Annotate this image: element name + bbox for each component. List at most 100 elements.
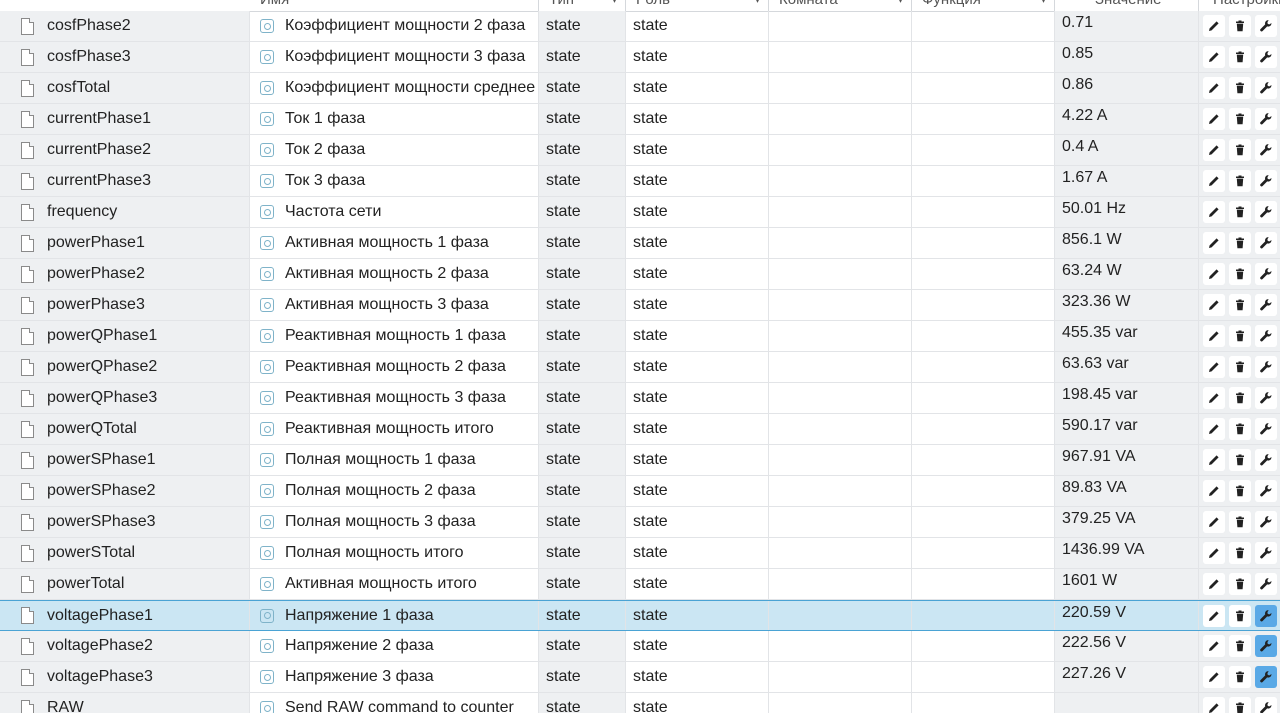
value-cell[interactable]: 856.1 W — [1055, 228, 1199, 258]
table-row[interactable]: powerQPhase2 Реактивная мощность 2 фаза … — [0, 352, 1280, 383]
edit-button[interactable] — [1203, 108, 1225, 130]
edit-button[interactable] — [1203, 77, 1225, 99]
delete-button[interactable] — [1229, 15, 1251, 37]
value-cell[interactable]: 967.91 VA — [1055, 445, 1199, 475]
value-cell[interactable]: 220.59 V — [1055, 601, 1199, 630]
table-row[interactable]: RAW Send RAW command to counter state st… — [0, 693, 1280, 713]
delete-button[interactable] — [1229, 294, 1251, 316]
delete-button[interactable] — [1229, 480, 1251, 502]
edit-button[interactable] — [1203, 542, 1225, 564]
table-row[interactable]: powerQPhase3 Реактивная мощность 3 фаза … — [0, 383, 1280, 414]
edit-button[interactable] — [1203, 511, 1225, 533]
value-cell[interactable]: 89.83 VA — [1055, 476, 1199, 506]
settings-button[interactable] — [1255, 604, 1277, 627]
settings-button[interactable] — [1255, 356, 1277, 378]
table-row[interactable]: cosfPhase2 Коэффициент мощности 2 фаза s… — [0, 11, 1280, 42]
table-row[interactable]: powerPhase3 Активная мощность 3 фаза sta… — [0, 290, 1280, 321]
edit-button[interactable] — [1203, 263, 1225, 285]
settings-button[interactable] — [1255, 139, 1277, 161]
edit-button[interactable] — [1203, 480, 1225, 502]
table-row[interactable]: frequency Частота сети state state 50.01… — [0, 197, 1280, 228]
settings-button[interactable] — [1255, 15, 1277, 37]
settings-button[interactable] — [1255, 108, 1277, 130]
delete-button[interactable] — [1229, 232, 1251, 254]
settings-button[interactable] — [1255, 573, 1277, 595]
dropdown-arrow-icon[interactable]: ▾ — [898, 0, 903, 6]
delete-button[interactable] — [1229, 387, 1251, 409]
settings-button[interactable] — [1255, 263, 1277, 285]
delete-button[interactable] — [1229, 170, 1251, 192]
column-header-name[interactable]: Имя — [250, 0, 539, 11]
delete-button[interactable] — [1229, 511, 1251, 533]
delete-button[interactable] — [1229, 108, 1251, 130]
value-cell[interactable]: 1.67 A — [1055, 166, 1199, 196]
settings-button[interactable] — [1255, 666, 1277, 688]
delete-button[interactable] — [1229, 635, 1251, 657]
value-cell[interactable]: 1436.99 VA — [1055, 538, 1199, 568]
value-cell[interactable]: 63.24 W — [1055, 259, 1199, 289]
dropdown-arrow-icon[interactable]: ▾ — [1041, 0, 1046, 6]
value-cell[interactable]: 0.86 — [1055, 73, 1199, 103]
delete-button[interactable] — [1229, 573, 1251, 595]
delete-button[interactable] — [1229, 542, 1251, 564]
column-header-role[interactable]: Роль▾ — [626, 0, 769, 11]
edit-button[interactable] — [1203, 449, 1225, 471]
edit-button[interactable] — [1203, 573, 1225, 595]
delete-button[interactable] — [1229, 604, 1251, 627]
settings-button[interactable] — [1255, 697, 1277, 713]
settings-button[interactable] — [1255, 46, 1277, 68]
table-row[interactable]: currentPhase3 Ток 3 фаза state state 1.6… — [0, 166, 1280, 197]
delete-button[interactable] — [1229, 201, 1251, 223]
delete-button[interactable] — [1229, 666, 1251, 688]
value-cell[interactable]: 455.35 var — [1055, 321, 1199, 351]
delete-button[interactable] — [1229, 139, 1251, 161]
value-cell[interactable]: 222.56 V — [1055, 631, 1199, 661]
table-row[interactable]: powerSTotal Полная мощность итого state … — [0, 538, 1280, 569]
settings-button[interactable] — [1255, 325, 1277, 347]
edit-button[interactable] — [1203, 666, 1225, 688]
delete-button[interactable] — [1229, 77, 1251, 99]
delete-button[interactable] — [1229, 356, 1251, 378]
edit-button[interactable] — [1203, 697, 1225, 713]
settings-button[interactable] — [1255, 232, 1277, 254]
value-cell[interactable]: 0.85 — [1055, 42, 1199, 72]
settings-button[interactable] — [1255, 387, 1277, 409]
table-row[interactable]: powerSPhase3 Полная мощность 3 фаза stat… — [0, 507, 1280, 538]
edit-button[interactable] — [1203, 201, 1225, 223]
column-header-type[interactable]: Тип▾ — [539, 0, 626, 11]
table-row[interactable]: voltagePhase2 Напряжение 2 фаза state st… — [0, 631, 1280, 662]
edit-button[interactable] — [1203, 294, 1225, 316]
delete-button[interactable] — [1229, 46, 1251, 68]
table-row[interactable]: cosfTotal Коэффициент мощности среднее s… — [0, 73, 1280, 104]
edit-button[interactable] — [1203, 170, 1225, 192]
value-cell[interactable]: 1601 W — [1055, 569, 1199, 599]
table-row[interactable]: powerPhase2 Активная мощность 2 фаза sta… — [0, 259, 1280, 290]
table-row[interactable]: voltagePhase3 Напряжение 3 фаза state st… — [0, 662, 1280, 693]
settings-button[interactable] — [1255, 449, 1277, 471]
value-cell[interactable]: 379.25 VA — [1055, 507, 1199, 537]
delete-button[interactable] — [1229, 325, 1251, 347]
settings-button[interactable] — [1255, 635, 1277, 657]
column-header-function[interactable]: Функция▾ — [912, 0, 1055, 11]
table-row[interactable]: voltagePhase1 Напряжение 1 фаза state st… — [0, 600, 1280, 631]
edit-button[interactable] — [1203, 418, 1225, 440]
settings-button[interactable] — [1255, 170, 1277, 192]
settings-button[interactable] — [1255, 294, 1277, 316]
table-row[interactable]: powerTotal Активная мощность итого state… — [0, 569, 1280, 600]
delete-button[interactable] — [1229, 697, 1251, 713]
settings-button[interactable] — [1255, 511, 1277, 533]
edit-button[interactable] — [1203, 635, 1225, 657]
edit-button[interactable] — [1203, 356, 1225, 378]
value-cell[interactable]: 590.17 var — [1055, 414, 1199, 444]
value-cell[interactable]: 323.36 W — [1055, 290, 1199, 320]
table-row[interactable]: powerPhase1 Активная мощность 1 фаза sta… — [0, 228, 1280, 259]
value-cell[interactable]: 0.71 — [1055, 11, 1199, 41]
delete-button[interactable] — [1229, 449, 1251, 471]
dropdown-arrow-icon[interactable]: ▾ — [755, 0, 760, 6]
edit-button[interactable] — [1203, 387, 1225, 409]
edit-button[interactable] — [1203, 139, 1225, 161]
settings-button[interactable] — [1255, 418, 1277, 440]
settings-button[interactable] — [1255, 542, 1277, 564]
dropdown-arrow-icon[interactable]: ▾ — [612, 0, 617, 6]
table-row[interactable]: currentPhase2 Ток 2 фаза state state 0.4… — [0, 135, 1280, 166]
